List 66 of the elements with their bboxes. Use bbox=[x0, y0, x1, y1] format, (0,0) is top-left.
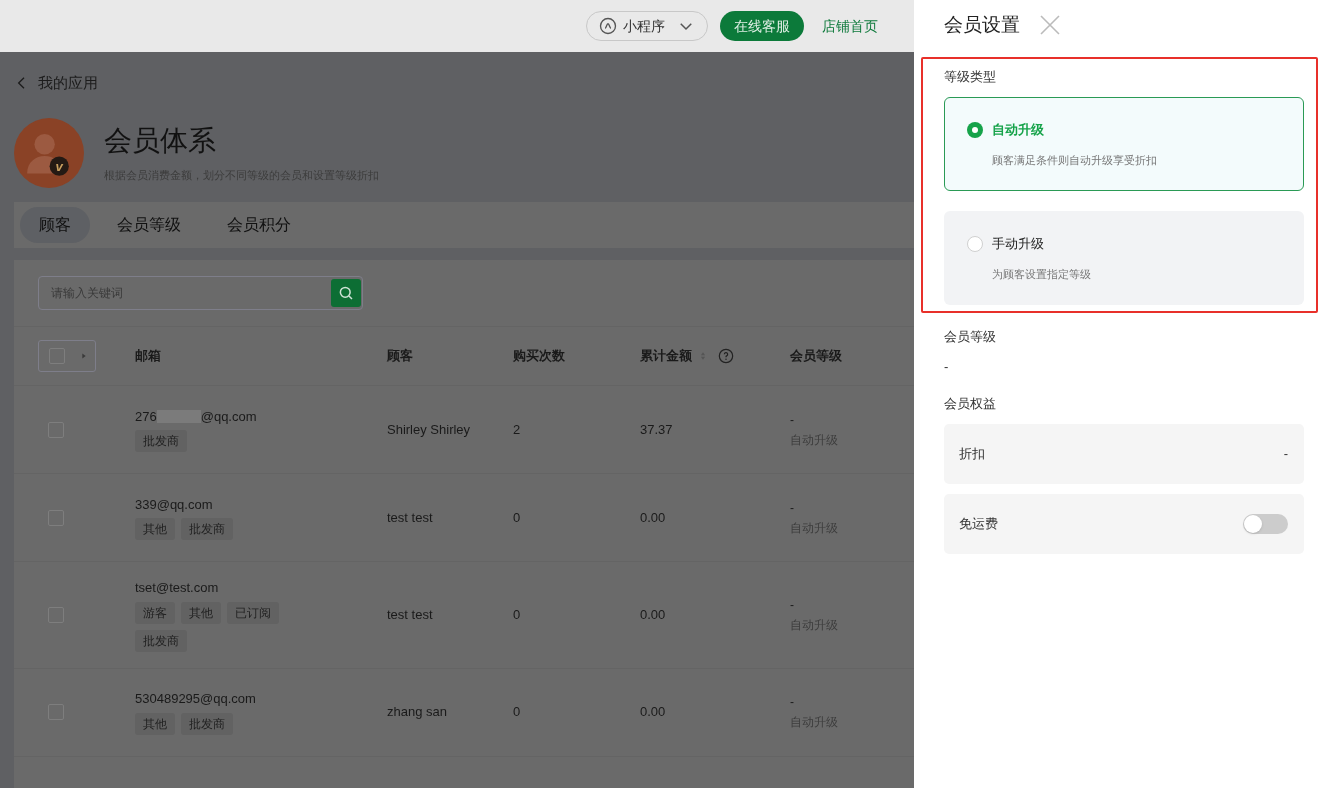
back-link[interactable]: 我的应用 bbox=[14, 72, 914, 94]
link-icon bbox=[599, 17, 617, 35]
option-description: 顾客满足条件则自动升级享受折扣 bbox=[992, 152, 1158, 168]
option-title: 自动升级 bbox=[992, 121, 1044, 139]
customer-name: test test bbox=[387, 606, 434, 624]
customer-name: Shirley Shirley bbox=[387, 420, 472, 439]
search-icon bbox=[337, 284, 355, 302]
app-logo-icon: v bbox=[14, 118, 84, 188]
tag: 批发商 bbox=[135, 629, 187, 652]
column-header: 购买次数 bbox=[513, 347, 565, 366]
benefit-label: 免运费 bbox=[959, 514, 998, 533]
column-header: 顾客 bbox=[387, 347, 413, 366]
store-home-link[interactable]: 店铺首页 bbox=[822, 15, 878, 37]
customer-name: zhang san bbox=[387, 703, 448, 722]
column-header: 会员等级 bbox=[790, 347, 842, 366]
total-amount: 0.00 bbox=[640, 606, 667, 624]
purchase-count: 2 bbox=[513, 420, 522, 439]
select-all-dropdown[interactable] bbox=[38, 340, 96, 372]
tag: 批发商 bbox=[181, 712, 233, 735]
total-amount: 0.00 bbox=[640, 508, 667, 527]
section-label: 会员等级 bbox=[944, 328, 997, 346]
member-level: - bbox=[790, 596, 795, 614]
tab[interactable]: 顾客 bbox=[20, 207, 90, 243]
tab[interactable]: 会员积分 bbox=[208, 207, 310, 243]
member-level-value: - bbox=[944, 357, 950, 376]
email-text: 339@qq.com bbox=[135, 495, 213, 514]
member-level: - bbox=[790, 499, 795, 517]
benefit-label: 折扣 bbox=[959, 444, 985, 463]
tag: 游客 bbox=[135, 601, 175, 624]
total-amount: 37.37 bbox=[640, 420, 674, 439]
email-text: @qq.com bbox=[200, 407, 257, 426]
benefit-value: - bbox=[1283, 444, 1288, 463]
tag: 批发商 bbox=[135, 430, 187, 453]
upgrade-option-card[interactable]: 手动升级 为顾客设置指定等级 bbox=[944, 211, 1304, 305]
section-label: 等级类型 bbox=[944, 68, 997, 86]
purchase-count: 0 bbox=[513, 703, 522, 722]
tag: 批发商 bbox=[181, 518, 233, 541]
tag: 其他 bbox=[181, 601, 221, 624]
option-title: 手动升级 bbox=[992, 235, 1044, 253]
help-icon[interactable] bbox=[718, 348, 734, 364]
close-icon[interactable] bbox=[1038, 13, 1062, 37]
toggle-switch[interactable] bbox=[1243, 513, 1288, 534]
email-text: 530489295@qq.com bbox=[135, 690, 256, 709]
member-level: - bbox=[790, 694, 795, 711]
purchase-count: 0 bbox=[513, 606, 522, 624]
member-level: - bbox=[790, 411, 795, 429]
option-description: 为顾客设置指定等级 bbox=[992, 266, 1092, 282]
radio-button[interactable] bbox=[967, 121, 983, 138]
radio-button[interactable] bbox=[967, 235, 983, 252]
total-amount: 0.00 bbox=[640, 703, 667, 722]
email-text: tset@test.com bbox=[135, 579, 219, 597]
tab[interactable]: 会员等级 bbox=[98, 207, 200, 243]
column-header: 邮箱 bbox=[135, 347, 161, 366]
drawer-title: 会员设置 bbox=[944, 12, 1020, 37]
customer-name: test test bbox=[387, 508, 434, 527]
search-button[interactable] bbox=[331, 279, 361, 307]
section-label: 会员权益 bbox=[944, 395, 997, 413]
column-header: 累计金额 bbox=[640, 347, 692, 366]
upgrade-option-card[interactable]: 自动升级 顾客满足条件则自动升级享受折扣 bbox=[944, 97, 1304, 191]
tag: 其他 bbox=[135, 518, 175, 541]
purchase-count: 0 bbox=[513, 508, 522, 527]
tag: 其他 bbox=[135, 712, 175, 735]
email-text: 276 bbox=[135, 407, 157, 426]
app-title: 会员体系 bbox=[104, 123, 217, 158]
online-service-button[interactable]: 在线客服 bbox=[720, 11, 804, 41]
tag: 已订阅 bbox=[227, 601, 279, 624]
